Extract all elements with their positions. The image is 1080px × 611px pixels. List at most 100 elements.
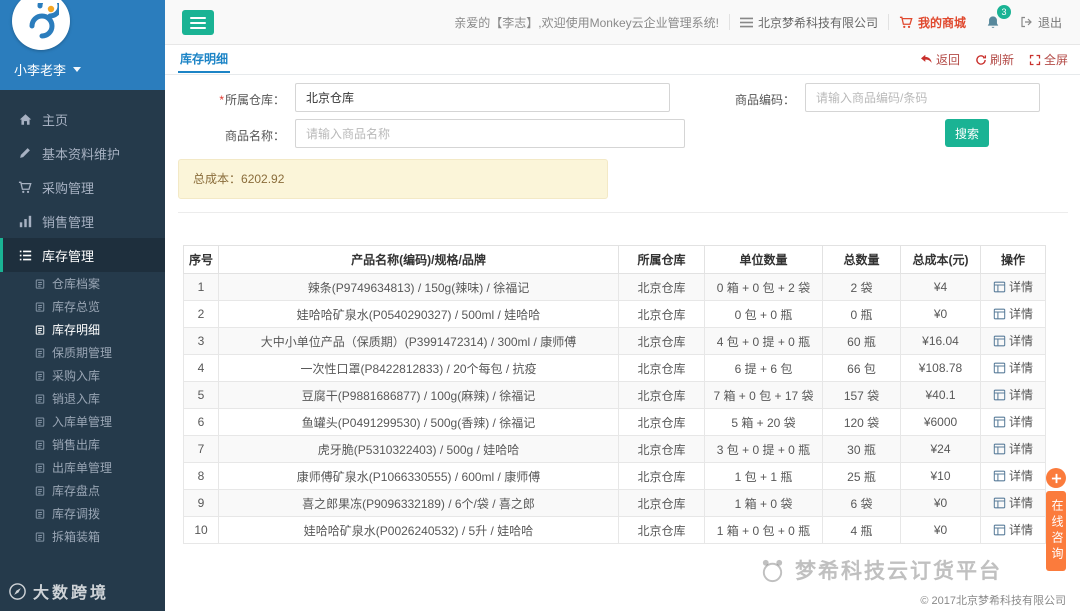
cart-icon (18, 181, 32, 194)
cell: 一次性口罩(P8422812833) / 20个每包 / 抗疫 (218, 354, 619, 382)
cell: 7 箱 + 0 包 + 17 袋 (704, 381, 823, 409)
cell: 1 箱 + 0 袋 (704, 489, 823, 517)
detail-button[interactable]: 详情 (993, 521, 1033, 538)
detail-button[interactable]: 详情 (993, 332, 1033, 349)
column-header: 所属仓库 (618, 245, 705, 274)
submenu-item[interactable]: 拆箱装箱 (0, 525, 165, 548)
my-mall-link[interactable]: 我的商城 (889, 0, 976, 44)
content: *所属仓库： 商品编码： 商品名称： 搜索 总成本：6202.92 序号产品名称… (165, 75, 1080, 611)
fullscreen-button[interactable]: 全屏 (1029, 51, 1068, 68)
logo-mark-icon (29, 3, 59, 39)
detail-button[interactable]: 详情 (993, 467, 1033, 484)
submenu-item[interactable]: 仓库档案 (0, 272, 165, 295)
search-button[interactable]: 搜索 (945, 119, 989, 147)
cell: ¥24 (900, 435, 981, 463)
table-row: 8 康师傅矿泉水(P1066330555) / 600ml / 康师傅 北京仓库 1 … (183, 462, 1046, 490)
watermark-brand: 梦希科技云订货平台 (759, 555, 1002, 585)
consult-plus-button[interactable] (1046, 468, 1066, 488)
fullscreen-icon (1029, 54, 1041, 66)
sidebar-toggle-button[interactable] (182, 10, 214, 35)
product-name-input[interactable] (295, 119, 685, 148)
sidebar-item-home[interactable]: 主页 (0, 102, 165, 136)
cell: 虎牙脆(P5310322403) / 500g / 娃哈哈 (218, 435, 619, 463)
mall-icon (899, 16, 913, 29)
refresh-button[interactable]: 刷新 (975, 51, 1014, 68)
detail-icon (993, 497, 1006, 509)
back-icon (920, 54, 933, 65)
submenu-item-icon (34, 508, 45, 519)
table-row: 7 虎牙脆(P5310322403) / 500g / 娃哈哈 北京仓库 3 包 + … (183, 435, 1046, 463)
cell-actions: 详情 (980, 354, 1046, 382)
sidebar: 小李老李 主页 基本资料维护 采购管理 销售管理 库存管理 仓库档案 库存总览 库存明细保质… (0, 0, 165, 611)
submenu-item[interactable]: 库存明细 (0, 318, 165, 341)
cell: 3 (183, 327, 219, 355)
sidebar-item-edit[interactable]: 基本资料维护 (0, 136, 165, 170)
watermark-text: 大数跨境 (33, 585, 110, 602)
cell: 北京仓库 (618, 435, 705, 463)
detail-label: 详情 (1008, 361, 1033, 376)
submenu-item[interactable]: 出库单管理 (0, 456, 165, 479)
detail-button[interactable]: 详情 (993, 440, 1033, 457)
edit-icon (18, 147, 32, 159)
detail-button[interactable]: 详情 (993, 305, 1033, 322)
submenu-item-icon (34, 347, 45, 358)
cell-actions: 详情 (980, 435, 1046, 463)
company-menu[interactable]: 北京梦希科技有限公司 (730, 0, 888, 44)
plus-icon (1051, 473, 1061, 483)
table-row: 10 娃哈哈矿泉水(P0026240532) / 5升 / 娃哈哈 北京仓库 1 箱 … (183, 516, 1046, 544)
detail-label: 详情 (1008, 469, 1033, 484)
product-name-label: 商品名称： (224, 129, 285, 143)
table-row: 3 大中小单位产品（保质期）(P3991472314) / 300ml / 康师傅… (183, 327, 1046, 355)
cell: ¥16.04 (900, 327, 981, 355)
cell: 6 提 + 6 包 (704, 354, 823, 382)
detail-button[interactable]: 详情 (993, 413, 1033, 430)
submenu-item-icon (34, 485, 45, 496)
detail-icon (993, 335, 1006, 347)
submenu-item[interactable]: 入库单管理 (0, 410, 165, 433)
detail-icon (993, 443, 1006, 455)
sidebar-item-purchase[interactable]: 采购管理 (0, 170, 165, 204)
sidebar-item-sales[interactable]: 销售管理 (0, 204, 165, 238)
submenu-item[interactable]: 保质期管理 (0, 341, 165, 364)
cell: 6 (183, 408, 219, 436)
sidebar-item-inventory[interactable]: 库存管理 (0, 238, 165, 272)
sidebar-nav: 主页 基本资料维护 采购管理 销售管理 库存管理 (0, 102, 165, 272)
submenu-item[interactable]: 库存总览 (0, 295, 165, 318)
logout-button[interactable]: 退出 (1010, 0, 1072, 44)
detail-button[interactable]: 详情 (993, 386, 1033, 403)
submenu-item[interactable]: 采购入库 (0, 364, 165, 387)
cell: 豆腐干(P9881686877) / 100g(麻辣) / 徐福记 (218, 381, 619, 409)
cell: 北京仓库 (618, 462, 705, 490)
brand-logo-icon (759, 557, 786, 584)
submenu-item-label: 入库单管理 (52, 415, 113, 429)
cell: ¥0 (900, 300, 981, 328)
submenu-item[interactable]: 库存盘点 (0, 479, 165, 502)
cell-actions: 详情 (980, 381, 1046, 409)
submenu-item[interactable]: 销售出库 (0, 433, 165, 456)
detail-icon (993, 362, 1006, 374)
user-menu[interactable]: 小李老李 (14, 60, 82, 79)
cell: 1 (183, 273, 219, 301)
online-consult-button[interactable]: 在线咨询 (1046, 491, 1066, 571)
submenu-item[interactable]: 销退入库 (0, 387, 165, 410)
detail-button[interactable]: 详情 (993, 494, 1033, 511)
detail-icon (993, 281, 1006, 293)
submenu-item-label: 保质期管理 (52, 346, 113, 360)
back-button[interactable]: 返回 (920, 51, 960, 68)
detail-button[interactable]: 详情 (993, 278, 1033, 295)
warehouse-input[interactable] (295, 83, 670, 112)
page-title: 库存明细 (178, 45, 231, 73)
detail-button[interactable]: 详情 (993, 359, 1033, 376)
notification-badge: 3 (996, 5, 1011, 19)
cell: 辣条(P9749634813) / 150g(辣味) / 徐福记 (218, 273, 619, 301)
cell: 北京仓库 (618, 354, 705, 382)
notifications-button[interactable]: 3 (976, 0, 1011, 44)
detail-icon (993, 524, 1006, 536)
topbar-right: 亲爱的【李志】,欢迎使用Monkey云企业管理系统! 北京梦希科技有限公司 我的… (444, 0, 1072, 44)
column-header: 产品名称(编码)/规格/品牌 (218, 245, 619, 274)
cell: 娃哈哈矿泉水(P0026240532) / 5升 / 娃哈哈 (218, 516, 619, 544)
submenu-item[interactable]: 库存调拨 (0, 502, 165, 525)
cell: 1 包 + 1 瓶 (704, 462, 823, 490)
product-code-input[interactable] (805, 83, 1040, 112)
submenu-item-icon (34, 462, 45, 473)
